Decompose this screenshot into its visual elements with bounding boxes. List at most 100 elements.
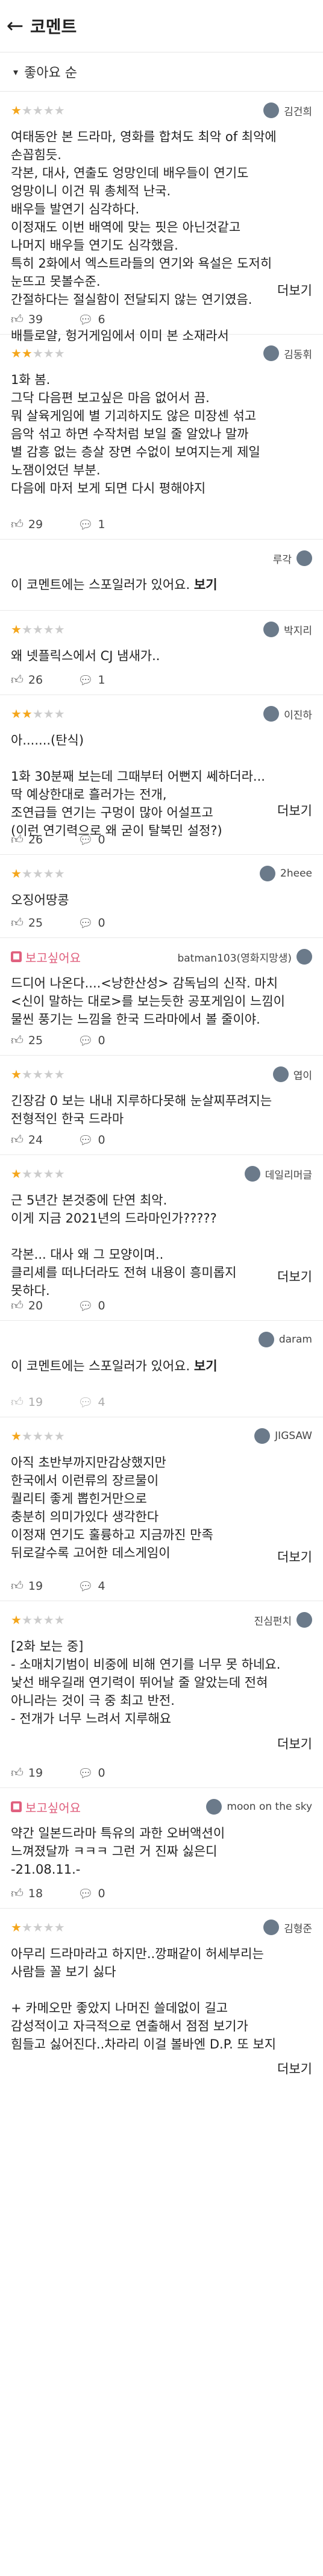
comment-card[interactable]: ★★★★★ 김형준 아무리 드라마라고 하지만..깡패같이 허세부리는 사람들 … [0,1909,323,2089]
username[interactable]: 데일리머글 [265,1167,312,1182]
rating-stars: ★★★★★ [11,346,65,361]
more-link[interactable]: 더보기 [277,2059,312,2077]
comment-card[interactable]: ■ 보고싶어요 moon on the sky 약간 일본드라마 특유의 과한 오… [0,1788,323,1909]
username[interactable]: 김형준 [284,1920,312,1935]
comment-bubble-icon[interactable]: 💬︎ [78,673,93,687]
like-count: 25 [28,1033,43,1047]
bookmark-icon: ■ [11,1801,22,1812]
comment-card[interactable]: ★★★★★ 김건희 여태동안 본 드라마, 영화를 합쳐도 최악 of 최악에 … [0,92,323,343]
avatar[interactable] [296,949,312,965]
comment-bubble-icon[interactable]: 💬︎ [78,1299,93,1313]
avatar[interactable] [244,1166,260,1182]
more-link[interactable]: 더보기 [277,801,312,819]
avatar[interactable] [258,1332,274,1347]
avatar[interactable] [296,1612,312,1628]
more-link[interactable]: 더보기 [277,281,312,299]
thumbs-up-icon[interactable]: 👍︎ [11,517,24,532]
comment-card[interactable]: ★★★★★ 엽이 긴장감 0 보는 내내 지루하다못해 눈살찌푸려지는 전형적인… [0,1056,323,1155]
thumbs-up-icon[interactable]: 👍︎ [11,1578,24,1593]
sort-selector[interactable]: ▾ 좋아요 순 [0,52,323,92]
comment-card[interactable]: ★★★★★ 진심펀치 [2화 보는 중] - 소매치기범이 비중에 비해 연기를… [0,1601,323,1788]
username[interactable]: 이진하 [284,707,312,722]
spoiler-notice: 이 코멘트에는 스포일러가 있어요. [11,578,190,592]
comment-bubble-icon[interactable]: 💬︎ [78,1133,93,1147]
comment-card[interactable]: ■ 보고싶어요 batman103(영화지망생) 드디어 나온다....<낭한산성… [0,938,323,1056]
comment-card[interactable]: ★★★★★ 데일리머글 근 5년간 본것중에 단연 최악. 이게 지금 2021… [0,1155,323,1321]
comment-card[interactable]: ★★★★★ 2heee 오징어땅콩 👍︎ 25 💬︎ 0 [0,855,323,938]
thumbs-up-icon[interactable]: 👍︎ [11,1132,24,1147]
rating-stars: ★★★★★ [11,622,65,637]
thumbs-up-icon[interactable]: 👍︎ [11,1394,24,1409]
thumbs-up-icon[interactable]: 👍︎ [11,1886,24,1901]
rating-stars: ★★★★★ [11,103,65,118]
avatar[interactable] [263,345,280,361]
thumbs-up-icon[interactable]: 👍︎ [11,1033,24,1048]
avatar[interactable] [263,622,280,637]
username[interactable]: moon on the sky [227,1801,312,1813]
comment-card[interactable]: ★★★★★ 김동휘 1화 봄. 그닥 다음편 보고싶은 마음 없어서 끔. 뭐 … [0,335,323,540]
username[interactable]: 김동휘 [284,346,312,361]
like-count: 19 [28,1395,43,1409]
username[interactable]: 루각 [273,551,292,566]
username[interactable]: 김건희 [284,103,312,118]
reply-count: 4 [98,1579,105,1593]
reply-count: 0 [98,1766,105,1780]
comment-bubble-icon[interactable]: 💬︎ [78,517,93,532]
comment-card[interactable]: ★★★★★ 이진하 아.......(탄식) 1화 30분째 보는데 그때부터 … [0,695,323,855]
avatar[interactable] [263,102,280,118]
like-count: 20 [28,1299,43,1312]
username[interactable]: batman103(영화지망생) [177,949,292,965]
username[interactable]: JIGSAW [275,1430,312,1442]
username[interactable]: daram [279,1334,312,1346]
reply-count: 0 [98,833,105,846]
comment-bubble-icon[interactable]: 💬︎ [78,833,93,847]
comment-card-spoiler[interactable]: 루각 이 코멘트에는 스포일러가 있어요. 보기 [0,540,323,611]
comment-bubble-icon[interactable]: 💬︎ [78,1886,93,1901]
more-link[interactable]: 더보기 [277,1548,312,1566]
more-link[interactable]: 더보기 [277,1734,312,1752]
badge-label: 보고싶어요 [25,950,81,965]
thumbs-up-icon[interactable]: 👍︎ [11,672,24,687]
comment-bubble-icon[interactable]: 💬︎ [78,916,93,930]
like-count: 26 [28,833,43,846]
avatar[interactable] [263,1919,280,1935]
avatar[interactable] [260,866,276,881]
thumbs-up-icon[interactable]: 👍︎ [11,1298,24,1313]
avatar[interactable] [206,1799,222,1815]
like-count: 29 [28,517,43,531]
comment-text: 아직 초반부까지만감상했지만 한국에서 이런류의 장르물이 퀄리티 좋게 뽑힌거… [11,1455,213,1560]
username[interactable]: 엽이 [293,1067,312,1082]
thumbs-up-icon[interactable]: 👍︎ [11,312,24,327]
comment-bubble-icon[interactable]: 💬︎ [78,1579,93,1593]
avatar[interactable] [263,706,280,722]
avatar[interactable] [272,1066,289,1082]
comment-card[interactable]: ★★★★★ JIGSAW 아직 초반부까지만감상했지만 한국에서 이런류의 장르… [0,1417,323,1601]
comment-bubble-icon[interactable]: 💬︎ [78,312,93,327]
avatar[interactable] [296,550,312,566]
comment-card-spoiler[interactable]: daram 이 코멘트에는 스포일러가 있어요. 보기 👍︎ 19 💬︎ 4 [0,1321,323,1417]
comment-text: 근 5년간 본것중에 단연 최악. 이게 지금 2021년의 드라마인가????… [11,1193,237,1298]
thumbs-up-icon[interactable]: 👍︎ [11,915,24,930]
comment-bubble-icon[interactable]: 💬︎ [78,1766,93,1780]
comment-bubble-icon[interactable]: 💬︎ [78,1395,93,1409]
avatar[interactable] [254,1428,271,1444]
back-arrow-icon[interactable]: ← [0,0,30,52]
reply-count: 0 [98,1299,105,1312]
reply-count: 6 [98,312,105,326]
like-count: 19 [28,1579,43,1593]
thumbs-up-icon[interactable]: 👍︎ [11,832,24,847]
thumbs-up-icon[interactable]: 👍︎ [11,1765,24,1780]
comment-card[interactable]: ★★★★★ 박지리 왜 넷플릭스에서 CJ 냄새가.. 👍︎ 26 💬︎ 1 [0,611,323,695]
show-spoiler-link[interactable]: 보기 [194,578,218,592]
show-spoiler-link[interactable]: 보기 [194,1359,218,1373]
like-count: 19 [28,1766,43,1780]
username[interactable]: 박지리 [284,622,312,637]
comment-bubble-icon[interactable]: 💬︎ [78,1033,93,1048]
badge-label: 보고싶어요 [25,1800,81,1815]
rating-stars: ★★★★★ [11,1429,65,1443]
more-link[interactable]: 더보기 [277,1267,312,1285]
rating-stars: ★★★★★ [11,1920,65,1935]
username[interactable]: 진심펀치 [254,1613,292,1628]
username[interactable]: 2heee [280,868,312,880]
comment-text: 오징어땅콩 [11,893,69,907]
